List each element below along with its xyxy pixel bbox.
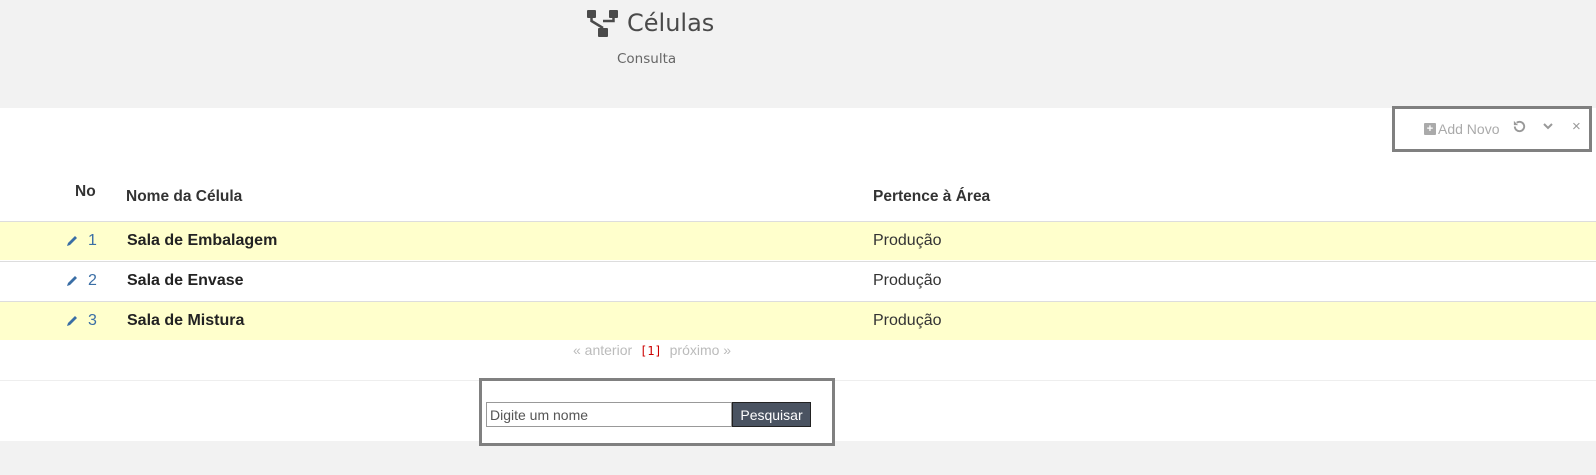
page-subtitle: Consulta [617, 51, 677, 67]
cell-area: Produção [873, 232, 942, 249]
cell-area: Produção [873, 312, 942, 329]
add-new-button[interactable]: + Add Novo [1424, 121, 1499, 137]
page-header: Células Consulta [0, 0, 1596, 108]
pager-next[interactable]: próximo » [670, 342, 731, 358]
cell-name: Sala de Embalagem [127, 232, 278, 249]
cell-area: Produção [873, 272, 942, 289]
pencil-icon[interactable] [65, 234, 79, 248]
panel-toolbox: + Add Novo × [1392, 106, 1592, 152]
col-header-no: No [75, 183, 96, 200]
col-header-name: Nome da Célula [126, 188, 243, 205]
table-row: 2 Sala de Envase Produção [0, 261, 1596, 300]
row-number-link[interactable]: 2 [88, 272, 97, 290]
pager-current-page[interactable]: [1] [640, 344, 662, 358]
pencil-icon[interactable] [65, 314, 79, 328]
col-header-area: Pertence à Área [873, 188, 991, 205]
add-new-label: Add Novo [1438, 121, 1500, 137]
table-row: 1 Sala de Embalagem Produção [0, 221, 1596, 260]
plus-square-icon: + [1424, 123, 1436, 135]
table-row: 3 Sala de Mistura Produção [0, 301, 1596, 340]
close-icon[interactable]: × [1572, 118, 1581, 135]
title-wrap: Células [587, 8, 714, 38]
row-number-link[interactable]: 1 [88, 232, 97, 250]
pencil-icon[interactable] [65, 274, 79, 288]
chevron-down-icon[interactable] [1541, 119, 1555, 137]
page-title: Células [627, 9, 715, 37]
row-number-link[interactable]: 3 [88, 312, 97, 330]
search-input[interactable] [486, 402, 732, 427]
cell-name: Sala de Envase [127, 272, 244, 289]
search-box: Pesquisar [479, 378, 835, 446]
refresh-icon[interactable] [1512, 119, 1527, 138]
sitemap-icon [587, 8, 619, 38]
pagination: « anterior [1] próximo » [573, 342, 731, 358]
pager-prev[interactable]: « anterior [573, 342, 632, 358]
cell-name: Sala de Mistura [127, 312, 245, 329]
search-button[interactable]: Pesquisar [732, 402, 811, 427]
